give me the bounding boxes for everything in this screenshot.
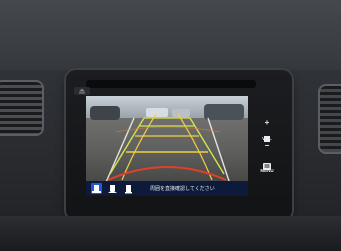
menu-icon[interactable] xyxy=(254,158,280,176)
volume-up-button[interactable]: + xyxy=(254,118,280,127)
volume-down-button[interactable]: − xyxy=(254,141,280,150)
camera-wide-view-icon xyxy=(106,183,118,194)
parked-car xyxy=(172,109,190,117)
left-air-vent xyxy=(0,80,44,136)
eject-button[interactable] xyxy=(74,80,90,95)
camera-view-normal-button[interactable] xyxy=(90,183,102,195)
disc-slot xyxy=(86,80,256,88)
dashboard-lower-trim xyxy=(0,216,341,251)
menu-label: MENU xyxy=(260,168,274,173)
camera-view-softkey-bar: 周囲を直接確認してください xyxy=(86,181,248,196)
camera-view-top-button[interactable] xyxy=(122,183,134,195)
parked-car xyxy=(204,104,244,120)
right-air-vent xyxy=(318,84,341,154)
head-unit-side-controls: + VOL − MENU xyxy=(254,118,280,180)
parked-car xyxy=(90,106,120,120)
car-dashboard-photo: 周囲を直接確認してください + VOL − MENU xyxy=(0,0,341,251)
camera-view-wide-button[interactable] xyxy=(106,183,118,195)
dashboard-upper-panel xyxy=(0,0,341,70)
eject-icon xyxy=(74,87,90,95)
camera-normal-view-icon xyxy=(90,183,102,194)
safety-caption: 周囲を直接確認してください xyxy=(150,186,215,192)
camera-top-view-icon xyxy=(122,183,134,194)
parked-car xyxy=(146,108,168,117)
